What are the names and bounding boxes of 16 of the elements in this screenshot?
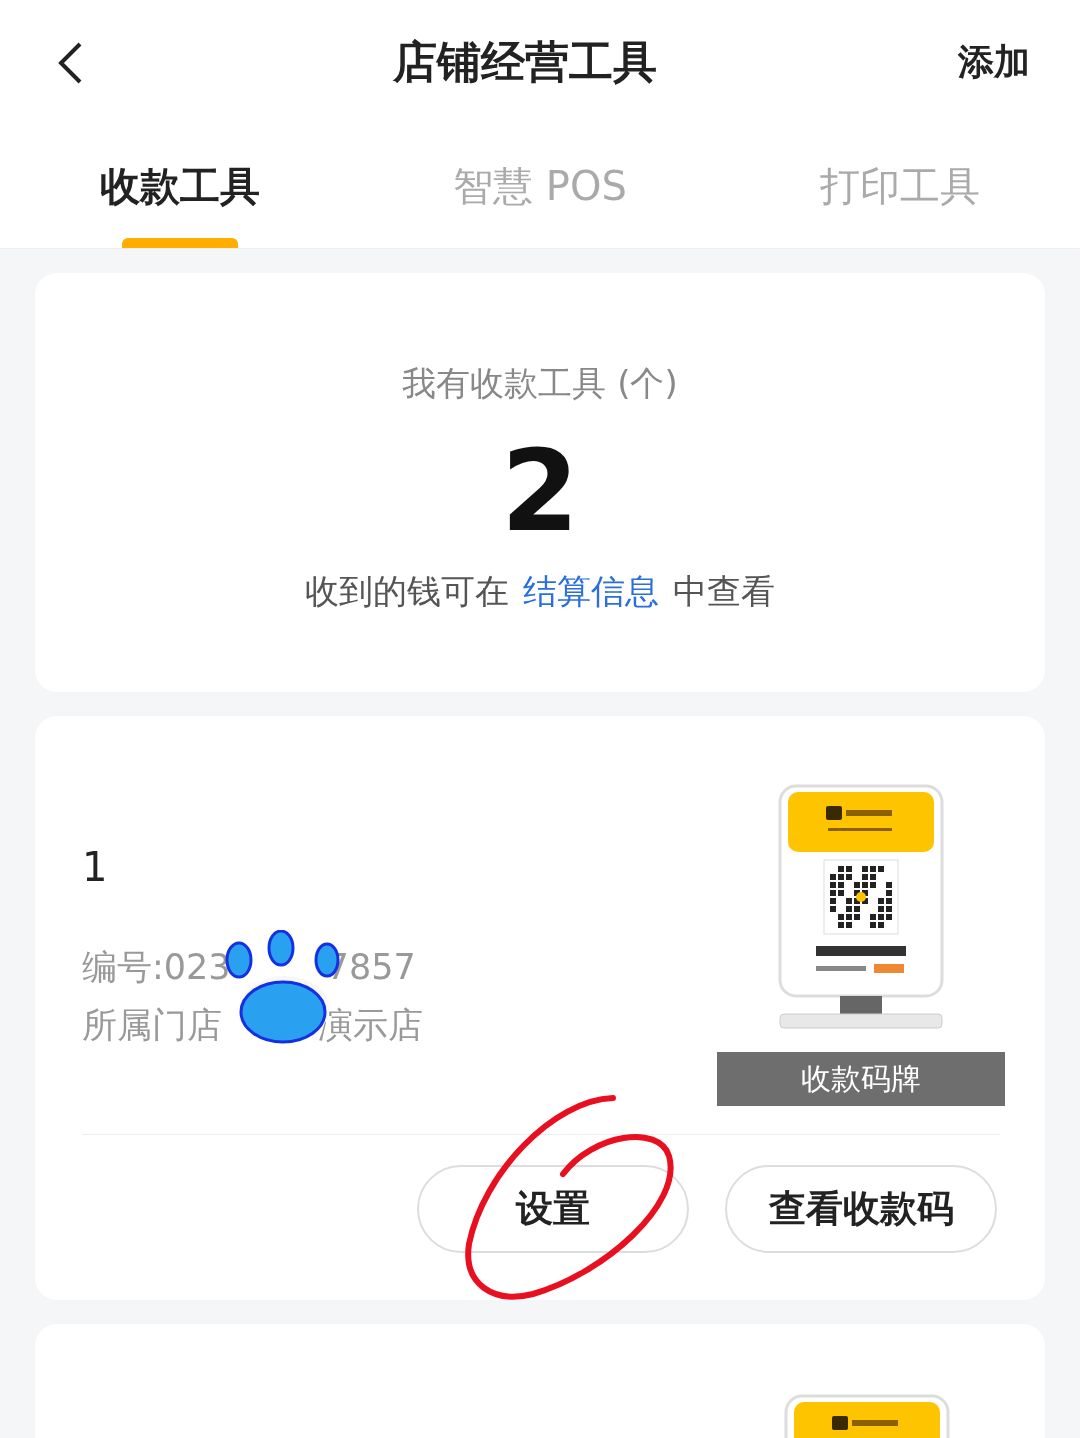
tool-count: 2	[501, 435, 579, 547]
store-text: 所属门店	[82, 1004, 222, 1047]
note-text: 收到的钱可在	[305, 570, 509, 613]
back-chevron-icon	[57, 40, 83, 85]
tab[interactable]: 收款工具	[0, 125, 360, 248]
settlement-link[interactable]: 结算信息	[523, 569, 659, 615]
page-title: 店铺经营工具	[393, 35, 657, 89]
action-button[interactable]: 设置	[417, 1165, 689, 1253]
serial-number-text: 7857	[326, 946, 416, 989]
summary-title: 我有收款工具 (个)	[402, 362, 678, 405]
tool-index: 1	[82, 844, 109, 890]
image-caption: 收款码牌	[717, 1052, 1005, 1106]
note-text: 中查看	[673, 570, 775, 613]
add-button[interactable]: 添加	[958, 38, 1030, 87]
serial-number-text: 编号:023	[82, 946, 231, 989]
action-button[interactable]: 查看收款码	[725, 1165, 997, 1253]
